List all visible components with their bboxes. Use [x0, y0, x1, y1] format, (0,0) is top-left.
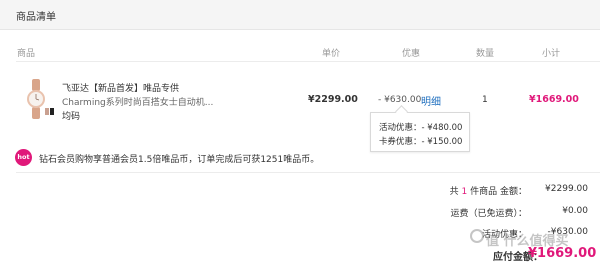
section-header: 商品清单: [0, 0, 600, 30]
shipping-value: ¥0.00: [562, 206, 588, 216]
watch-product-thumbnail[interactable]: [20, 78, 56, 120]
tooltip-coupon-discount: 卡券优惠：- ¥150.00: [379, 137, 463, 147]
summary-divider: [16, 172, 600, 173]
column-header-unit-price: 单价: [322, 49, 341, 59]
column-header-discount: 优惠: [402, 49, 421, 59]
item-subtotal: ¥1669.00: [529, 94, 579, 105]
tooltip-activity-discount: 活动优惠：- ¥480.00: [379, 123, 463, 133]
column-header-subtotal: 小计: [542, 49, 561, 59]
discount-amount: - ¥630.00: [378, 95, 422, 105]
item-count-summary: 共 1 件商品 金额：: [450, 184, 527, 197]
quantity-value: 1: [482, 95, 488, 105]
column-header-product: 商品: [17, 49, 36, 59]
discount-detail-tooltip: 活动优惠：- ¥480.00 卡券优惠：- ¥150.00: [370, 112, 470, 152]
product-spec: 均码: [62, 112, 81, 122]
hot-badge-icon: hot: [15, 149, 32, 166]
product-name-line2[interactable]: Charming系列时尚百搭女士自动机...: [62, 95, 213, 108]
count-suffix: 件商品 金额：: [470, 187, 527, 197]
section-title: 商品清单: [16, 12, 56, 23]
shipping-label: 运费（已免运费）：: [450, 209, 527, 219]
item-count: 1: [461, 187, 468, 197]
count-prefix: 共: [449, 187, 459, 197]
unit-price: ¥2299.00: [308, 94, 358, 105]
header-divider: [16, 61, 600, 62]
watermark-icon: [470, 229, 484, 243]
member-promo-text: 钻石会员购物享普通会员1.5倍唯品币，订单完成后可获1251唯品币。: [39, 155, 320, 165]
column-header-quantity: 数量: [476, 49, 495, 59]
total-payable-value: ¥1669.00: [528, 246, 597, 261]
goods-amount: ¥2299.00: [545, 184, 588, 194]
product-name-line1[interactable]: 飞亚达【新品首发】唯品专供: [62, 81, 179, 94]
discount-detail-link[interactable]: 明细: [421, 93, 441, 108]
